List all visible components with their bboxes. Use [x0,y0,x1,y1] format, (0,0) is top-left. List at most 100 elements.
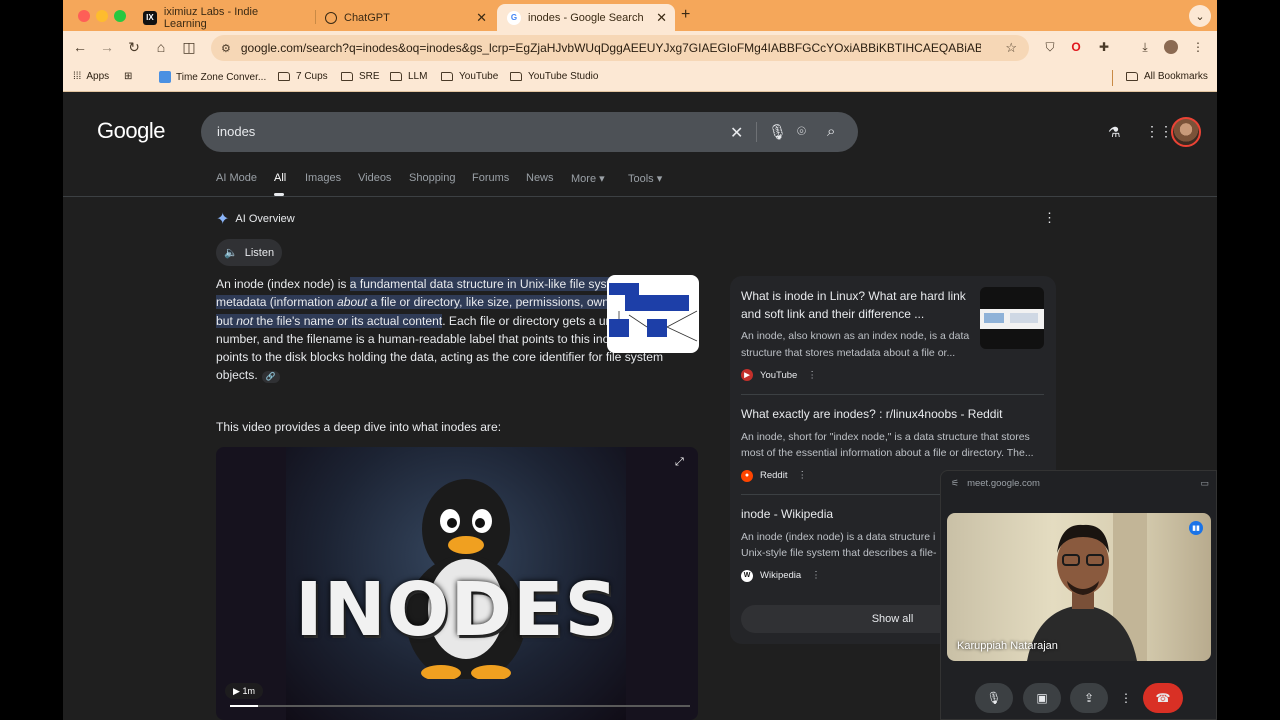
tab-images[interactable]: Images [305,172,341,184]
result-source: ▶ YouTube ⋮ [741,369,1041,381]
divider [63,196,1217,197]
tab-videos[interactable]: Videos [358,172,391,184]
youtube-icon: ▶ [741,369,753,381]
forward-icon[interactable]: → [98,39,116,55]
speaker-icon: 🔈 [224,247,238,259]
profile-avatar[interactable] [1164,40,1178,54]
video-progress[interactable] [230,705,690,707]
tab-title: ChatGPT [344,11,390,24]
meet-pip-window[interactable]: ⚟ meet.google.com ▭ ▮▮ Karuppiah Nataraj… [940,470,1217,720]
shield-extension-icon[interactable]: ⛉ [1043,40,1057,54]
end-call-button[interactable]: ☎ [1143,683,1183,713]
tab-news[interactable]: News [526,172,554,184]
tab-tools[interactable]: Tools ▾ [628,172,662,185]
participant-name: Karuppiah Natarajan [957,640,1058,652]
bookmark-folder[interactable]: YouTube [441,71,498,82]
close-tab-icon[interactable]: ✕ [476,10,487,26]
more-options-icon[interactable]: ⋮ [1043,210,1056,226]
back-to-tab-icon[interactable]: ▭ [1200,478,1209,489]
mic-icon[interactable]: 🎙 [768,123,787,141]
link-icon[interactable]: 🔗 [261,371,280,384]
speaking-indicator-icon: ▮▮ [1189,521,1203,535]
bookmark-timezone[interactable]: Time Zone Conver... [159,71,266,83]
site-info-icon[interactable]: ⚙ [221,42,231,55]
bookmark-star-icon[interactable]: ☆ [1005,40,1017,56]
bookmarks-bar: ⁞⁞⁞ Apps ⊞ Time Zone Conver... 7 Cups SR… [63,65,1217,92]
calendar-icon [159,71,171,83]
tab-more[interactable]: More ▾ [571,172,605,185]
chatgpt-icon [325,11,337,24]
tab-google-search[interactable]: G inodes - Google Search ✕ [497,4,675,31]
more-options-icon[interactable]: ⋮ [811,570,821,581]
close-window-button[interactable] [78,10,90,22]
address-bar[interactable]: ⚙ google.com/search?q=inodes&oq=inodes&g… [211,35,1029,61]
more-options-icon[interactable]: ⋮ [807,370,817,381]
all-bookmarks[interactable]: All Bookmarks [1126,71,1208,82]
side-panel-icon[interactable]: ◫ [180,39,198,56]
maximize-window-button[interactable] [114,10,126,22]
video-intro: This video provides a deep dive into wha… [216,420,502,434]
back-icon[interactable]: ← [71,39,89,55]
extensions-icon[interactable]: ✚ [1097,40,1111,54]
more-options-icon[interactable]: ⋮ [797,470,807,481]
folder-icon [278,72,290,81]
pip-header: ⚟ meet.google.com [951,478,1040,489]
tab-search-icon[interactable]: ⌄ [1189,5,1211,27]
folder-icon [510,72,522,81]
bookmark-apps[interactable]: ⁞⁞⁞ Apps [73,71,109,82]
reddit-icon: ● [741,469,753,482]
present-button[interactable]: ⇪ [1070,683,1108,713]
video-player[interactable]: INODES ⤢ ▶ 1m [216,447,698,720]
more-options-icon[interactable]: ⋮ [1120,683,1132,713]
clear-icon[interactable]: ✕ [730,123,743,143]
close-tab-icon[interactable]: ✕ [656,10,667,26]
tab-strip: IX iximiuz Labs - Indie Learning ChatGPT… [63,0,1217,31]
tab-forums[interactable]: Forums [472,172,509,184]
tab-ai-mode[interactable]: AI Mode [216,172,257,184]
browser-window: IX iximiuz Labs - Indie Learning ChatGPT… [63,0,1217,720]
url-text[interactable]: google.com/search?q=inodes&oq=inodes&gs_… [241,41,981,55]
bookmark-folder[interactable]: YouTube Studio [510,71,598,82]
tab-all[interactable]: All [274,172,286,184]
listen-button[interactable]: 🔈 Listen [216,239,282,266]
result-snippet: An inode, short for "index node," is a d… [741,430,1034,460]
search-input[interactable]: inodes [217,124,255,139]
minimize-window-button[interactable] [96,10,108,22]
bookmark-folder[interactable]: LLM [390,71,427,82]
labs-icon[interactable]: ⚗ [1108,124,1121,141]
tab-groups-icon[interactable]: ⊞ [124,71,132,82]
home-icon[interactable]: ⌂ [152,39,170,55]
reload-icon[interactable]: ↻ [125,39,143,56]
mic-button[interactable]: 🎙 [975,683,1013,713]
lens-icon[interactable]: ⌾ [797,123,806,140]
folder-icon [441,72,453,81]
result-title[interactable]: What exactly are inodes? : r/linux4noobs… [741,406,1041,424]
sparkle-icon: ✦ [216,211,230,228]
wikipedia-icon: W [741,569,753,582]
result-thumbnail[interactable] [980,287,1044,349]
tab-shopping[interactable]: Shopping [409,172,456,184]
bookmark-folder[interactable]: 7 Cups [278,71,328,82]
account-avatar[interactable] [1171,117,1201,147]
iximiuz-favicon-icon: IX [143,10,157,25]
tab-chatgpt[interactable]: ChatGPT ✕ [315,4,495,31]
result-snippet: An inode (index node) is a data structur… [741,530,937,560]
folder-icon [1126,72,1138,81]
tune-icon: ⚟ [951,478,960,488]
download-icon[interactable]: ⤓ [1138,40,1152,54]
opera-extension-icon[interactable]: O [1069,40,1083,54]
search-icon[interactable]: ⌕ [827,123,835,140]
bookmark-folder[interactable]: SRE [341,71,380,82]
search-box[interactable]: inodes ✕ 🎙 ⌾ ⌕ [201,112,858,152]
video-duration[interactable]: ▶ 1m [225,683,263,699]
new-tab-button[interactable]: + [681,6,690,24]
fullscreen-icon[interactable]: ⤢ [675,456,684,469]
browser-menu-icon[interactable]: ⋮ [1191,40,1205,54]
ai-overview-header: ✦ AI Overview [216,211,295,228]
camera-button[interactable]: ▣ [1023,683,1061,713]
result-title[interactable]: What is inode in Linux? What are hard li… [741,288,976,323]
inode-diagram-image[interactable] [607,275,699,353]
tab-iximiuz[interactable]: IX iximiuz Labs - Indie Learning [133,4,313,31]
google-logo[interactable]: Google [97,118,165,144]
result-snippet: An inode, also known as an index node, i… [741,330,970,359]
